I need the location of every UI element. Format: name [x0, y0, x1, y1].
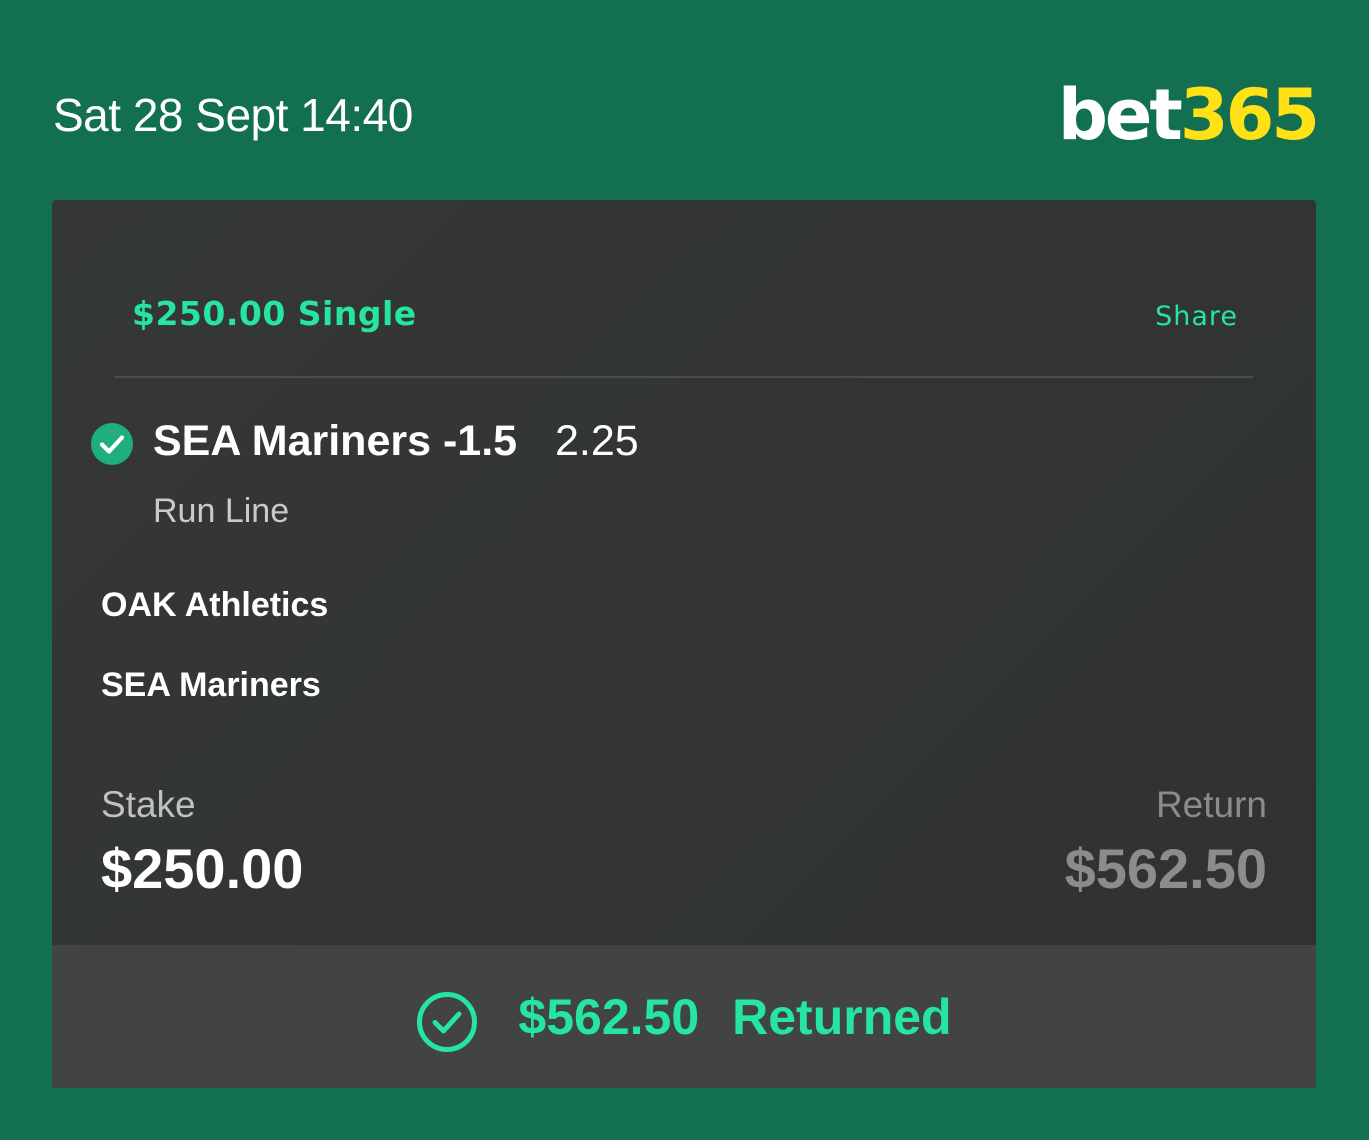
return-label: Return [1155, 784, 1267, 825]
check-circle-filled-icon [91, 423, 133, 465]
bet365-logo: bet365 [1058, 80, 1320, 150]
selection-name: SEA Mariners -1.5 [153, 417, 518, 465]
divider [115, 376, 1253, 378]
team-away: OAK Athletics [101, 586, 329, 624]
market-name: Run Line [153, 492, 290, 530]
return-value: $562.50 [1064, 837, 1267, 900]
bet-slip-card: $250.00 Single Share SEA Mariners -1.5 2… [52, 200, 1316, 1088]
logo-bet-text: bet [1057, 74, 1183, 156]
bet-title: $250.00 Single [132, 294, 417, 333]
selection-odds: 2.25 [555, 417, 639, 465]
stake-label: Stake [101, 784, 196, 825]
returned-amount: $562.50 [518, 988, 700, 1045]
returned-footer: $562.50 Returned [52, 945, 1316, 1088]
logo-365-text: 365 [1179, 74, 1320, 156]
bet-datetime: Sat 28 Sept 14:40 [53, 89, 413, 141]
check-circle-outline-icon [417, 991, 478, 1052]
stake-value: $250.00 [101, 837, 304, 900]
team-home: SEA Mariners [101, 666, 321, 704]
returned-status: Returned [732, 988, 952, 1045]
share-button[interactable]: Share [1155, 301, 1238, 332]
